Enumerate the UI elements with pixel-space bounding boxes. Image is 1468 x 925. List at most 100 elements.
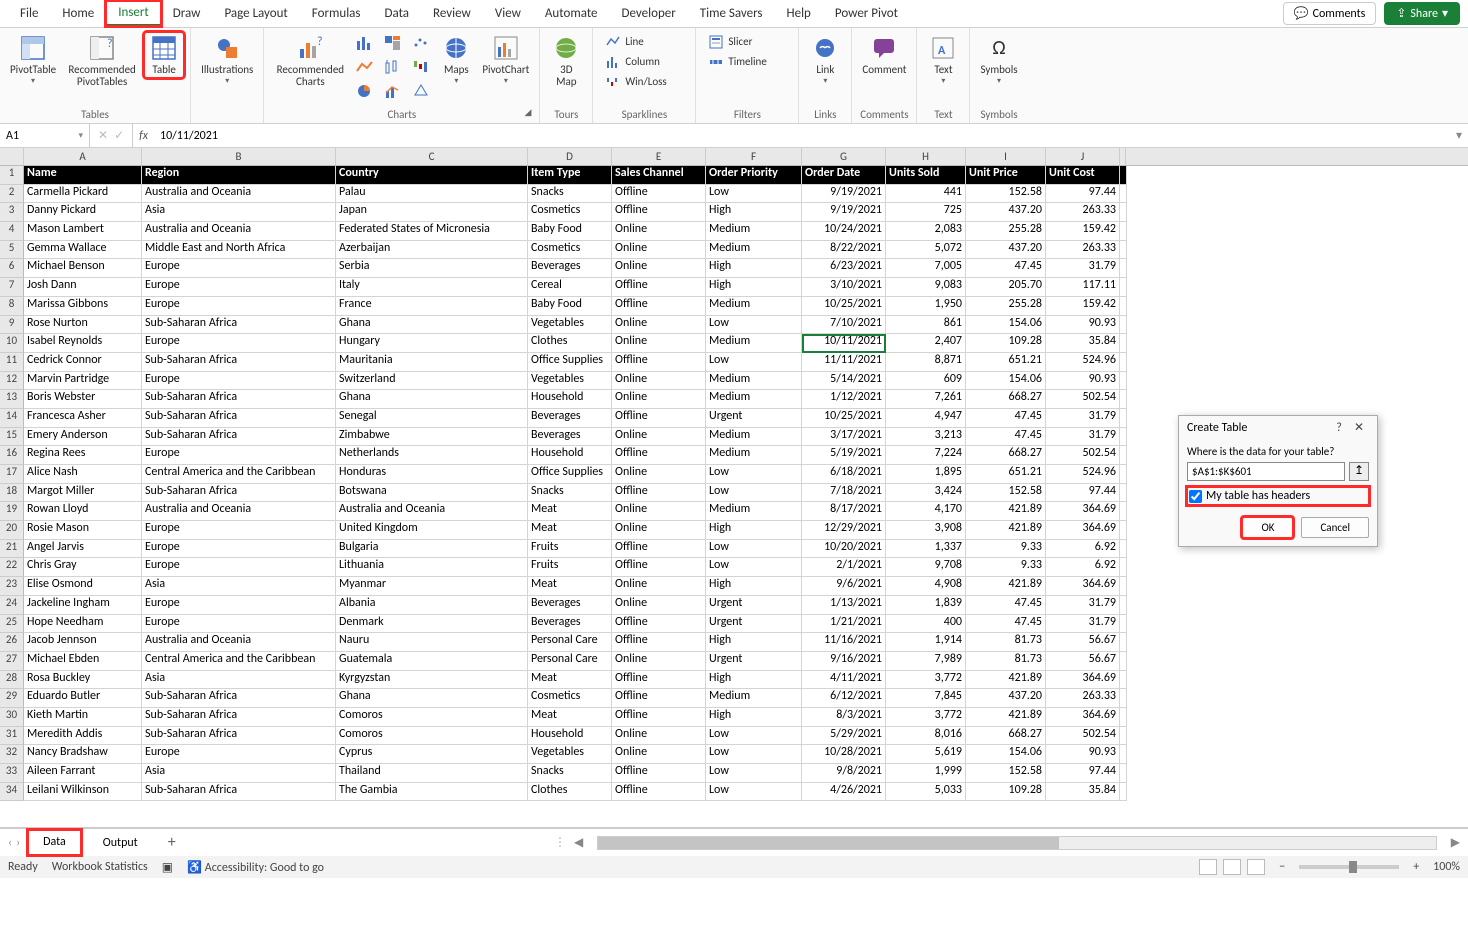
cell[interactable]: 4/11/2021 [802,671,886,690]
cell[interactable]: High [706,203,802,222]
accessibility-status[interactable]: ♿ Accessibility: Good to go [187,860,324,875]
cell[interactable]: Kyrgyzstan [336,671,528,690]
cell[interactable]: Online [612,372,706,391]
cell[interactable]: Offline [612,671,706,690]
cell[interactable]: Angel Jarvis [24,540,142,559]
cell[interactable]: Low [706,465,802,484]
row-header[interactable]: 2 [0,185,24,204]
expand-formula-bar-icon[interactable]: ▾ [1450,128,1468,143]
cell[interactable]: 5/29/2021 [802,727,886,746]
cell[interactable]: Household [528,390,612,409]
cell[interactable]: Guatemala [336,652,528,671]
tab-time-savers[interactable]: Time Savers [688,2,775,25]
cell[interactable]: Switzerland [336,372,528,391]
cell[interactable]: Urgent [706,615,802,634]
cell[interactable]: Josh Dann [24,278,142,297]
3d-map-button[interactable]: 3D Map [546,32,586,90]
zoom-in-button[interactable]: + [1413,860,1419,874]
illustrations-button[interactable]: Illustrations ▾ [197,32,257,88]
comments-button[interactable]: 💬 Comments [1283,2,1377,25]
cell[interactable]: Fruits [528,540,612,559]
cell[interactable]: Europe [142,596,336,615]
cell[interactable]: Personal Care [528,633,612,652]
cell[interactable]: Beverages [528,428,612,447]
cell[interactable]: Jackeline Ingham [24,596,142,615]
cell[interactable]: 9/8/2021 [802,764,886,783]
cell[interactable]: Kieth Martin [24,708,142,727]
row-header[interactable]: 33 [0,764,24,783]
cell[interactable]: Asia [142,671,336,690]
zoom-level[interactable]: 100% [1433,860,1460,874]
cell[interactable]: Medium [706,334,802,353]
cell[interactable]: Meat [528,577,612,596]
cell[interactable]: High [706,671,802,690]
cell[interactable]: Ghana [336,689,528,708]
cell[interactable]: 159.42 [1046,297,1120,316]
tab-scroll-grip-icon[interactable]: ⋮ [554,835,566,850]
row-header[interactable]: 17 [0,465,24,484]
prev-sheet-icon[interactable]: ‹ [8,836,12,850]
cell[interactable]: 10/25/2021 [802,297,886,316]
cell[interactable]: Sub-Saharan Africa [142,409,336,428]
cell[interactable]: Medium [706,241,802,260]
cell[interactable]: Nauru [336,633,528,652]
cell[interactable]: 6.92 [1046,558,1120,577]
cell[interactable]: 1,337 [886,540,966,559]
row-header[interactable]: 15 [0,428,24,447]
cell[interactable]: Palau [336,185,528,204]
cell[interactable]: Medium [706,689,802,708]
cell[interactable]: Europe [142,745,336,764]
cell[interactable]: Sub-Saharan Africa [142,316,336,335]
zoom-slider[interactable] [1299,865,1399,869]
pivottable-button[interactable]: PivotTable ▾ [6,32,60,88]
cell[interactable]: 668.27 [966,446,1046,465]
row-header[interactable]: 19 [0,502,24,521]
cell[interactable]: Medium [706,222,802,241]
cell[interactable]: 5/14/2021 [802,372,886,391]
chevron-down-icon[interactable]: ▾ [78,130,83,141]
pivotchart-button[interactable]: PivotChart ▾ [478,32,533,88]
pie-chart-button[interactable] [352,80,378,102]
symbols-button[interactable]: Ω Symbols ▾ [976,32,1021,88]
cell[interactable]: Europe [142,278,336,297]
cell[interactable]: Europe [142,334,336,353]
tab-formulas[interactable]: Formulas [300,2,373,25]
cell[interactable]: 7/18/2021 [802,484,886,503]
combo-chart-button[interactable] [380,80,406,102]
cell[interactable]: 441 [886,185,966,204]
cell[interactable]: Sub-Saharan Africa [142,353,336,372]
cell[interactable]: 10/24/2021 [802,222,886,241]
cell[interactable]: Meat [528,521,612,540]
cell[interactable]: Comoros [336,708,528,727]
cell[interactable]: 421.89 [966,521,1046,540]
accept-formula-icon[interactable]: ✓ [114,128,124,143]
scroll-left-icon[interactable]: ◀ [574,835,583,850]
cell[interactable]: Offline [612,708,706,727]
cell[interactable]: 109.28 [966,783,1046,802]
cell[interactable]: Margot Miller [24,484,142,503]
cell[interactable]: Regina Rees [24,446,142,465]
cell[interactable]: Low [706,484,802,503]
cell[interactable]: 90.93 [1046,316,1120,335]
cell[interactable]: Offline [612,278,706,297]
cell[interactable]: Sub-Saharan Africa [142,484,336,503]
cell[interactable]: Asia [142,764,336,783]
tab-home[interactable]: Home [50,2,106,25]
cell[interactable]: Europe [142,558,336,577]
cell[interactable]: 364.69 [1046,708,1120,727]
cell[interactable]: Online [612,745,706,764]
cell[interactable]: 31.79 [1046,409,1120,428]
cell[interactable]: 7,261 [886,390,966,409]
cell[interactable]: Elise Osmond [24,577,142,596]
scatter-chart-button[interactable] [408,32,434,54]
cell[interactable]: Beverages [528,596,612,615]
cell[interactable]: 56.67 [1046,652,1120,671]
cell[interactable]: Meat [528,502,612,521]
cell[interactable]: Baby Food [528,222,612,241]
cell[interactable]: Emery Anderson [24,428,142,447]
cell[interactable]: 8,871 [886,353,966,372]
cell[interactable]: Low [706,316,802,335]
cell[interactable]: Sub-Saharan Africa [142,689,336,708]
cell[interactable]: 81.73 [966,652,1046,671]
col-header-g[interactable]: G [802,148,886,165]
